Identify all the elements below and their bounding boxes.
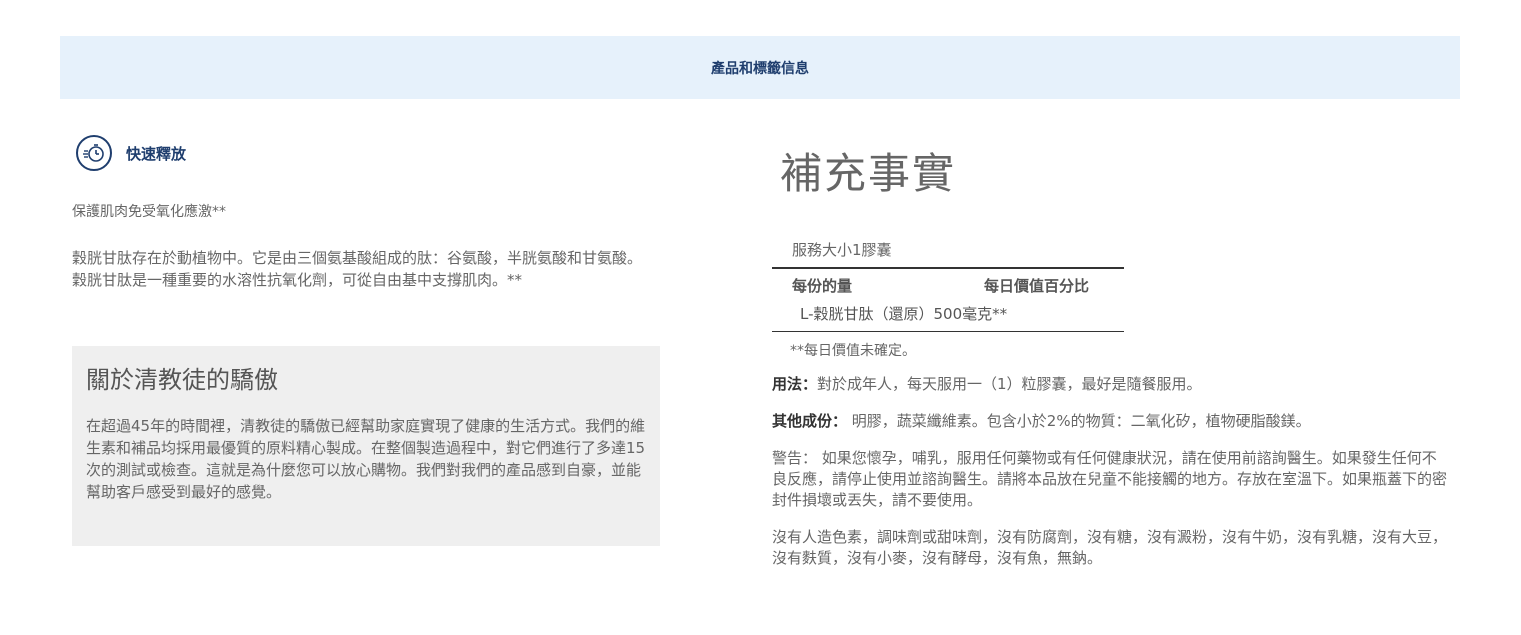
facts-header-row: 每份的量 每日價值百分比 <box>772 267 1124 301</box>
product-description: 穀胱甘肽存在於動植物中。它是由三個氨基酸組成的肽：谷氨酸，半胱氨酸和甘氨酸。穀胱… <box>72 249 643 289</box>
fast-release-label: 快速釋放 <box>126 144 187 163</box>
ingredient-row: L-穀胱甘肽（還原）500毫克** <box>772 301 1124 332</box>
supplement-facts-title: 補充事實 <box>780 149 957 198</box>
other-ingredients: 其他成份： 明膠，蔬菜纖維素。包含小於2%的物質：二氧化矽，植物硬脂酸鎂。 <box>772 411 1448 432</box>
daily-value-header: 每日價值百分比 <box>984 277 1090 295</box>
banner-title: 產品和標籤信息 <box>711 60 809 77</box>
daily-value-note: **每日價值未確定。 <box>790 343 916 359</box>
product-info-banner[interactable]: 產品和標籤信息 <box>60 36 1460 99</box>
other-ingredients-label: 其他成份： <box>772 412 848 430</box>
product-tagline: 保護肌肉免受氧化應激** <box>72 204 226 220</box>
serving-size: 服務大小1膠囊 <box>792 241 892 259</box>
pride-body: 在超過45年的時間裡，清教徒的驕傲已經幫助家庭實現了健康的生活方式。我們的維生素… <box>86 417 646 501</box>
amount-per-serving-header: 每份的量 <box>792 277 853 295</box>
fast-release-stopwatch-icon <box>76 135 112 171</box>
other-ingredients-text: 明膠，蔬菜纖維素。包含小於2%的物質：二氧化矽，植物硬脂酸鎂。 <box>847 412 1311 430</box>
supplement-facts-column: 補充事實 服務大小1膠囊 每份的量 每日價值百分比 L-穀胱甘肽（還原）500毫… <box>772 140 1452 569</box>
product-description-column: 快速釋放 保護肌肉免受氧化應激** 穀胱甘肽存在於動植物中。它是由三個氨基酸組成… <box>72 135 662 291</box>
brand-pride-panel: 關於清教徒的驕傲 在超過45年的時間裡，清教徒的驕傲已經幫助家庭實現了健康的生活… <box>72 346 660 546</box>
fast-release-badge: 快速釋放 <box>76 135 662 171</box>
pride-heading: 關於清教徒的驕傲 <box>86 366 278 394</box>
directions: 用法：對於成年人，每天服用一（1）粒膠囊，最好是隨餐服用。 <box>772 374 1448 395</box>
supplement-facts-table: 服務大小1膠囊 每份的量 每日價值百分比 L-穀胱甘肽（還原）500毫克** <box>772 239 1124 332</box>
warning-text: 警告： 如果您懷孕，哺乳，服用任何藥物或有任何健康狀況，請在使用前諮詢醫生。如果… <box>772 449 1448 509</box>
directions-label: 用法： <box>772 375 818 393</box>
free-from-text: 沒有人造色素，調味劑或甜味劑，沒有防腐劑，沒有糖，沒有澱粉，沒有牛奶，沒有乳糖，… <box>772 528 1448 567</box>
directions-text: 對於成年人，每天服用一（1）粒膠囊，最好是隨餐服用。 <box>817 375 1202 393</box>
